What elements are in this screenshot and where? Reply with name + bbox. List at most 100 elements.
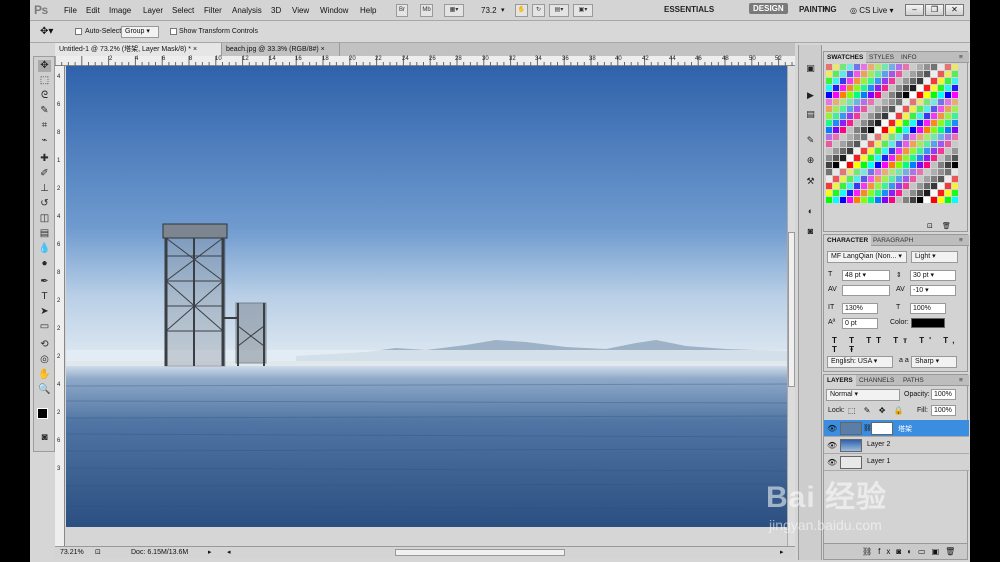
transform-controls-checkbox[interactable]	[170, 28, 177, 35]
rotate-view-icon[interactable]: ↻	[532, 4, 545, 17]
cs-live-button[interactable]: ◎ CS Live ▾	[850, 6, 893, 15]
baseline-shift-field[interactable]: 0 pt	[842, 318, 878, 329]
workspace-essentials[interactable]: ESSENTIALS	[664, 5, 714, 14]
close-tab-icon[interactable]: ×	[321, 46, 325, 53]
font-size-field[interactable]: 48 pt ▾	[842, 270, 890, 281]
history-brush-icon[interactable]: ↺	[38, 198, 51, 210]
brush-presets-icon[interactable]: ✎	[804, 135, 817, 146]
clone-source-icon[interactable]: ⊕	[804, 155, 817, 166]
close-tab-icon[interactable]: ×	[193, 46, 197, 53]
hand-icon[interactable]: ✋	[515, 4, 528, 17]
menu-3d[interactable]: 3D	[271, 6, 281, 15]
tab-layers[interactable]: LAYERS	[824, 375, 856, 386]
tab-styles[interactable]: STYLES	[866, 52, 897, 63]
masks-icon[interactable]: ◙	[804, 226, 817, 237]
zoom-status[interactable]: 73.21%	[60, 549, 84, 556]
navigator-icon[interactable]: ▣	[804, 63, 817, 74]
auto-select-checkbox[interactable]	[75, 28, 82, 35]
scroll-right-icon[interactable]: ▸	[780, 548, 784, 556]
document-canvas[interactable]	[66, 66, 787, 527]
visibility-eye-icon[interactable]: 👁	[827, 424, 837, 433]
horizontal-scale-field[interactable]: 100%	[910, 303, 946, 314]
3d-rotate-icon[interactable]: ⟲	[38, 339, 51, 351]
menu-analysis[interactable]: Analysis	[232, 6, 262, 15]
foreground-color-swatch[interactable]	[37, 408, 48, 419]
text-style-buttons[interactable]: T T TT Tт T' T, T Ŧ	[832, 336, 967, 354]
menu-view[interactable]: View	[292, 6, 309, 15]
tab-channels[interactable]: CHANNELS	[856, 375, 897, 386]
anti-alias-select[interactable]: Sharp ▾	[911, 356, 957, 368]
kerning-field[interactable]	[842, 285, 890, 296]
fill-field[interactable]: 100%	[931, 405, 956, 416]
blur-tool-icon[interactable]: 💧	[38, 243, 51, 255]
scroll-thumb[interactable]	[788, 232, 795, 387]
swatch-grid[interactable]	[826, 64, 959, 206]
font-family-select[interactable]: MF LangQian (Non... ▾	[827, 251, 907, 263]
tool-presets-icon[interactable]: ⚒	[804, 176, 817, 187]
layer-name[interactable]: Layer 1	[867, 458, 890, 465]
visibility-eye-icon[interactable]: 👁	[827, 458, 837, 467]
panel-menu-icon[interactable]: ≡	[956, 235, 966, 246]
delete-swatch-icon[interactable]: 🗑	[942, 222, 951, 230]
new-swatch-icon[interactable]: ⊡	[927, 222, 933, 230]
actions-icon[interactable]: ▶	[804, 90, 817, 101]
close-window-button[interactable]: ✕	[945, 4, 964, 16]
quick-selection-icon[interactable]: ✎	[38, 105, 51, 117]
workspace-painting[interactable]: PAINTING	[799, 5, 837, 14]
move-tool-icon[interactable]: ✥▾	[40, 26, 53, 37]
hand-tool-icon[interactable]: ✋	[38, 369, 51, 381]
horizontal-scroll-thumb[interactable]	[395, 549, 565, 556]
scroll-left-icon[interactable]: ◂	[227, 548, 231, 556]
panel-menu-icon[interactable]: ≡	[956, 375, 966, 386]
workspace-design[interactable]: DESIGN	[749, 3, 788, 14]
menu-select[interactable]: Select	[172, 6, 194, 15]
tab-paths[interactable]: PATHS	[900, 375, 927, 386]
status-preview-icon[interactable]: ⊡	[95, 548, 101, 556]
menu-file[interactable]: File	[64, 6, 77, 15]
language-select[interactable]: English: USA ▾	[827, 356, 893, 368]
lasso-tool-icon[interactable]: ᘓ	[38, 90, 51, 102]
bridge-button[interactable]: Br	[396, 4, 408, 17]
opacity-field[interactable]: 100%	[931, 389, 956, 400]
layer-mask-thumbnail[interactable]	[871, 422, 893, 435]
layer-row[interactable]: 👁 Layer 1	[824, 454, 969, 471]
healing-brush-icon[interactable]: ✚	[38, 153, 51, 165]
tab-paragraph[interactable]: PARAGRAPH	[870, 235, 916, 246]
clone-stamp-icon[interactable]: ⊥	[38, 183, 51, 195]
lock-icons[interactable]: ⬚ ✎ ✥ 🔒	[848, 406, 907, 415]
arrange-documents-button[interactable]: ▤▾	[549, 4, 569, 17]
crop-tool-icon[interactable]: ⌗	[38, 120, 51, 132]
layer-name[interactable]: 塔架	[898, 424, 912, 434]
eraser-tool-icon[interactable]: ◫	[38, 213, 51, 225]
shape-tool-icon[interactable]: ▭	[38, 321, 51, 333]
layers-footer-buttons[interactable]: ⛓fx◙◐▭▣🗑	[824, 543, 967, 559]
mini-bridge-button[interactable]: Mb	[420, 4, 433, 17]
marquee-tool-icon[interactable]: ⬚	[38, 75, 51, 87]
view-extras-button[interactable]: ▦▾	[444, 4, 464, 17]
panel-menu-icon[interactable]: ≡	[956, 52, 966, 63]
tab-info[interactable]: INFO	[898, 52, 920, 63]
adjustments-icon[interactable]: ◐	[804, 206, 817, 217]
screen-mode-button[interactable]: ▣▾	[573, 4, 593, 17]
zoom-tool-icon[interactable]: 🔍	[38, 384, 51, 396]
visibility-eye-icon[interactable]: 👁	[827, 441, 837, 450]
layer-row-selected[interactable]: 👁 ⛓ 塔架	[824, 420, 969, 437]
status-menu-icon[interactable]: ▸	[208, 548, 212, 556]
tab-swatches[interactable]: SWATCHES	[824, 52, 867, 63]
tab-beach[interactable]: beach.jpg @ 33.3% (RGB/8#) ×	[222, 43, 340, 56]
tab-untitled-1[interactable]: Untitled-1 @ 73.2% (塔架, Layer Mask/8) * …	[55, 43, 222, 56]
minimize-button[interactable]: –	[905, 4, 924, 16]
menu-edit[interactable]: Edit	[86, 6, 100, 15]
blend-mode-select[interactable]: Normal ▾	[826, 389, 900, 401]
zoom-level[interactable]: 73.2	[481, 6, 497, 15]
tab-character[interactable]: CHARACTER	[824, 235, 872, 246]
zoom-dropdown-icon[interactable]: ▾	[501, 6, 505, 14]
menu-window[interactable]: Window	[320, 6, 348, 15]
layer-row[interactable]: 👁 Layer 2	[824, 437, 969, 454]
pen-tool-icon[interactable]: ✒	[38, 276, 51, 288]
layer-name[interactable]: Layer 2	[867, 441, 890, 448]
brush-tool-icon[interactable]: ✐	[38, 168, 51, 180]
move-tool-icon[interactable]: ✥	[38, 60, 51, 72]
font-style-select[interactable]: Light ▾	[911, 251, 958, 263]
gradient-tool-icon[interactable]: ▤	[38, 228, 51, 240]
